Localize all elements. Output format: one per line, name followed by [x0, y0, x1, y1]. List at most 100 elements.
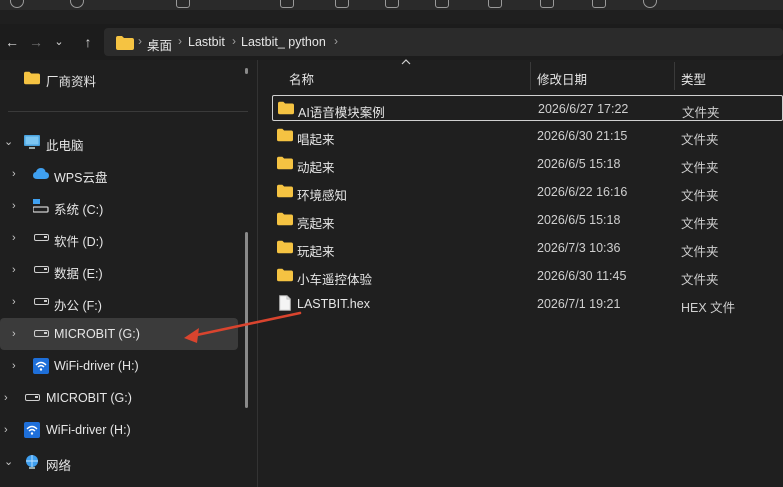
file-row[interactable]: 环境感知 2026/6/22 16:16 文件夹: [272, 179, 783, 205]
file-row[interactable]: 动起来 2026/6/5 15:18 文件夹: [272, 151, 783, 177]
file-type: 文件夹: [681, 217, 719, 231]
toolbar-icon[interactable]: [335, 0, 349, 8]
nav-item-wifi-driver[interactable]: › WiFi-driver (H:): [0, 350, 244, 382]
scrollbar-thumb[interactable]: [245, 232, 248, 408]
drive-icon: [34, 234, 49, 241]
folder-icon: [277, 128, 293, 142]
file-type: 文件夹: [682, 106, 720, 120]
nav-item-wps-cloud[interactable]: › WPS云盘: [0, 158, 244, 190]
file-icon: [279, 295, 291, 311]
network-icon: [26, 455, 38, 469]
breadcrumb-separator[interactable]: ›: [334, 34, 338, 48]
breadcrumb-lastbit[interactable]: Lastbit: [188, 35, 225, 49]
nav-item-label: 此电脑: [46, 139, 84, 153]
nav-item-label: WPS云盘: [54, 171, 108, 185]
file-row[interactable]: 亮起来 2026/6/5 15:18 文件夹: [272, 207, 783, 233]
chevron-right-icon[interactable]: ›: [12, 359, 22, 373]
chevron-right-icon[interactable]: ›: [12, 199, 22, 213]
column-divider[interactable]: [674, 62, 675, 90]
chevron-right-icon[interactable]: ›: [12, 167, 22, 181]
breadcrumb-desktop[interactable]: 桌面: [147, 35, 172, 54]
file-row[interactable]: AI语音模块案例 2026/6/27 17:22 文件夹: [272, 95, 783, 121]
chevron-right-icon[interactable]: ›: [4, 391, 14, 405]
nav-item-label: WiFi-driver (H:): [46, 423, 131, 437]
file-date: 2026/6/5 15:18: [537, 213, 621, 227]
folder-icon: [277, 240, 293, 254]
file-date: 2026/6/27 17:22: [538, 102, 629, 116]
column-divider[interactable]: [530, 62, 531, 90]
file-name: 唱起来: [297, 133, 335, 147]
address-bar[interactable]: › 桌面 › Lastbit › Lastbit_ python ›: [104, 28, 783, 56]
chevron-down-icon[interactable]: ⌄: [4, 455, 14, 469]
sort-ascending-icon: [401, 59, 411, 65]
toolbar-icon[interactable]: [435, 0, 449, 8]
file-type: 文件夹: [681, 161, 719, 175]
file-name: 亮起来: [297, 217, 335, 231]
breadcrumb-separator[interactable]: ›: [178, 34, 182, 48]
nav-item-label: 网络: [46, 459, 72, 473]
column-header-name[interactable]: 名称: [289, 69, 314, 88]
nav-item-label: 厂商资料: [46, 75, 97, 89]
computer-icon: [24, 135, 40, 149]
nav-item-wifi-driver-root[interactable]: › WiFi-driver (H:): [0, 414, 244, 446]
chevron-right-icon[interactable]: ›: [4, 423, 14, 437]
nav-item-vendor-docs[interactable]: 厂商资料: [8, 62, 244, 94]
nav-item-microbit-root[interactable]: › MICROBIT (G:): [0, 382, 244, 414]
file-name: 环境感知: [297, 189, 348, 203]
drive-icon: [34, 266, 49, 273]
chevron-down-icon[interactable]: ⌄: [4, 135, 14, 149]
file-row[interactable]: 小车遥控体验 2026/6/30 11:45 文件夹: [272, 263, 783, 289]
nav-item-drive-e[interactable]: › 数据 (E:): [0, 254, 244, 286]
file-type: 文件夹: [681, 245, 719, 259]
chevron-right-icon[interactable]: ›: [12, 295, 22, 309]
file-date: 2026/7/1 19:21: [537, 297, 621, 311]
folder-icon: [277, 156, 293, 170]
toolbar-icon[interactable]: [592, 0, 606, 8]
toolbar-icon[interactable]: [280, 0, 294, 8]
recent-locations-button[interactable]: ⌄: [50, 34, 68, 50]
column-header-date[interactable]: 修改日期: [537, 69, 587, 88]
nav-item-label: MICROBIT (G:): [54, 327, 140, 341]
nav-divider: [8, 111, 248, 112]
folder-icon: [277, 212, 293, 226]
breadcrumb-separator[interactable]: ›: [138, 34, 142, 48]
nav-item-drive-c[interactable]: › 系统 (C:): [0, 190, 244, 222]
file-row[interactable]: 玩起来 2026/7/3 10:36 文件夹: [272, 235, 783, 261]
toolbar-icon[interactable]: [643, 0, 657, 8]
forward-button[interactable]: →: [27, 34, 45, 50]
back-button[interactable]: ←: [3, 34, 21, 50]
nav-item-drive-f[interactable]: › 办公 (F:): [0, 286, 244, 318]
chevron-right-icon[interactable]: ›: [12, 231, 22, 245]
file-date: 2026/7/3 10:36: [537, 241, 621, 255]
toolbar-icon[interactable]: [70, 0, 84, 8]
file-row[interactable]: 唱起来 2026/6/30 21:15 文件夹: [272, 123, 783, 149]
file-name: LASTBIT.hex: [297, 297, 370, 311]
column-header-type[interactable]: 类型: [681, 69, 706, 88]
nav-item-microbit-drive[interactable]: › MICROBIT (G:): [0, 318, 238, 350]
drive-icon: [25, 394, 40, 401]
file-name: 动起来: [297, 161, 335, 175]
file-type: HEX 文件: [681, 301, 736, 315]
nav-item-drive-d[interactable]: › 软件 (D:): [0, 222, 244, 254]
column-header-row: 名称 修改日期 类型: [258, 59, 783, 92]
breadcrumb-separator[interactable]: ›: [232, 34, 236, 48]
folder-icon: [277, 184, 293, 198]
wifi-drive-icon: [33, 358, 49, 374]
file-date: 2026/6/22 16:16: [537, 185, 628, 199]
file-name: AI语音模块案例: [298, 106, 385, 120]
toolbar-icon[interactable]: [385, 0, 399, 8]
toolbar-icon[interactable]: [540, 0, 554, 8]
toolbar-icon[interactable]: [488, 0, 502, 8]
file-row[interactable]: LASTBIT.hex 2026/7/1 19:21 HEX 文件: [272, 291, 783, 317]
chevron-right-icon[interactable]: ›: [12, 327, 22, 341]
nav-item-label: MICROBIT (G:): [46, 391, 132, 405]
nav-item-this-pc[interactable]: ⌄ 此电脑: [0, 126, 244, 158]
breadcrumb-lastbit-python[interactable]: Lastbit_ python: [241, 35, 326, 49]
up-button[interactable]: ↑: [79, 34, 97, 50]
toolbar-icon[interactable]: [10, 0, 24, 8]
scrollbar-arrow[interactable]: [245, 68, 248, 74]
file-name: 小车遥控体验: [297, 273, 373, 287]
toolbar-icon[interactable]: [176, 0, 190, 8]
nav-item-network[interactable]: ⌄ 网络: [0, 446, 244, 478]
chevron-right-icon[interactable]: ›: [12, 263, 22, 277]
